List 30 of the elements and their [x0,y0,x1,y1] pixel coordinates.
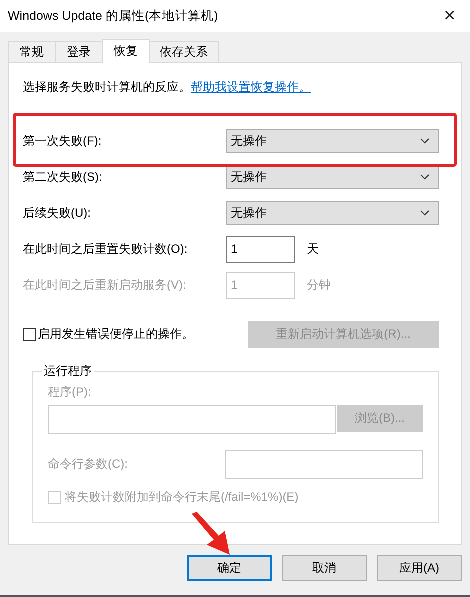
field-label: 第一次失败(F): [23,132,103,150]
close-button[interactable]: × [430,0,470,32]
checkbox-label: 将失败计数附加到命令行末尾(/fail=%1%)(E) [65,489,299,506]
dialog-button[interactable]: 确定 [187,555,272,581]
dropdown[interactable]: 无操作 [226,165,439,189]
chevron-down-icon [420,174,430,180]
help-link[interactable]: 帮助我设置恢复操作。 [191,80,311,94]
unit-label: 分钟 [307,276,331,294]
chevron-down-icon [420,138,430,144]
dialog-button[interactable]: 应用(A) [377,555,462,581]
field-label: 在此时间之后重新启动服务(V): [23,276,188,294]
dropdown[interactable]: 无操作 [226,201,439,225]
field-label: 程序(P): [48,384,92,401]
field-label: 在此时间之后重置失败计数(O): [23,240,189,258]
unit-label: 天 [307,240,319,258]
checkbox-label: 启用发生错误便停止的操作。 [38,326,194,342]
tab[interactable]: 恢复 [102,39,150,63]
dialog-button[interactable]: 取消 [282,555,367,581]
field-label: 命令行参数(C): [48,456,128,473]
field-label: 后续失败(U): [23,204,92,222]
number-field[interactable]: 1 [226,236,295,262]
group-title: 运行程序 [43,363,93,380]
tab[interactable]: 常规 [8,41,56,62]
checkbox[interactable] [23,328,36,340]
field-label: 第二次失败(S): [23,168,104,186]
window-title: Windows Update 的属性(本地计算机) [8,8,218,24]
intro-text: 选择服务失败时计算机的反应。 [23,80,191,94]
dropdown[interactable]: 无操作 [226,129,439,153]
tab[interactable]: 依存关系 [149,41,219,62]
chevron-down-icon [420,210,430,216]
